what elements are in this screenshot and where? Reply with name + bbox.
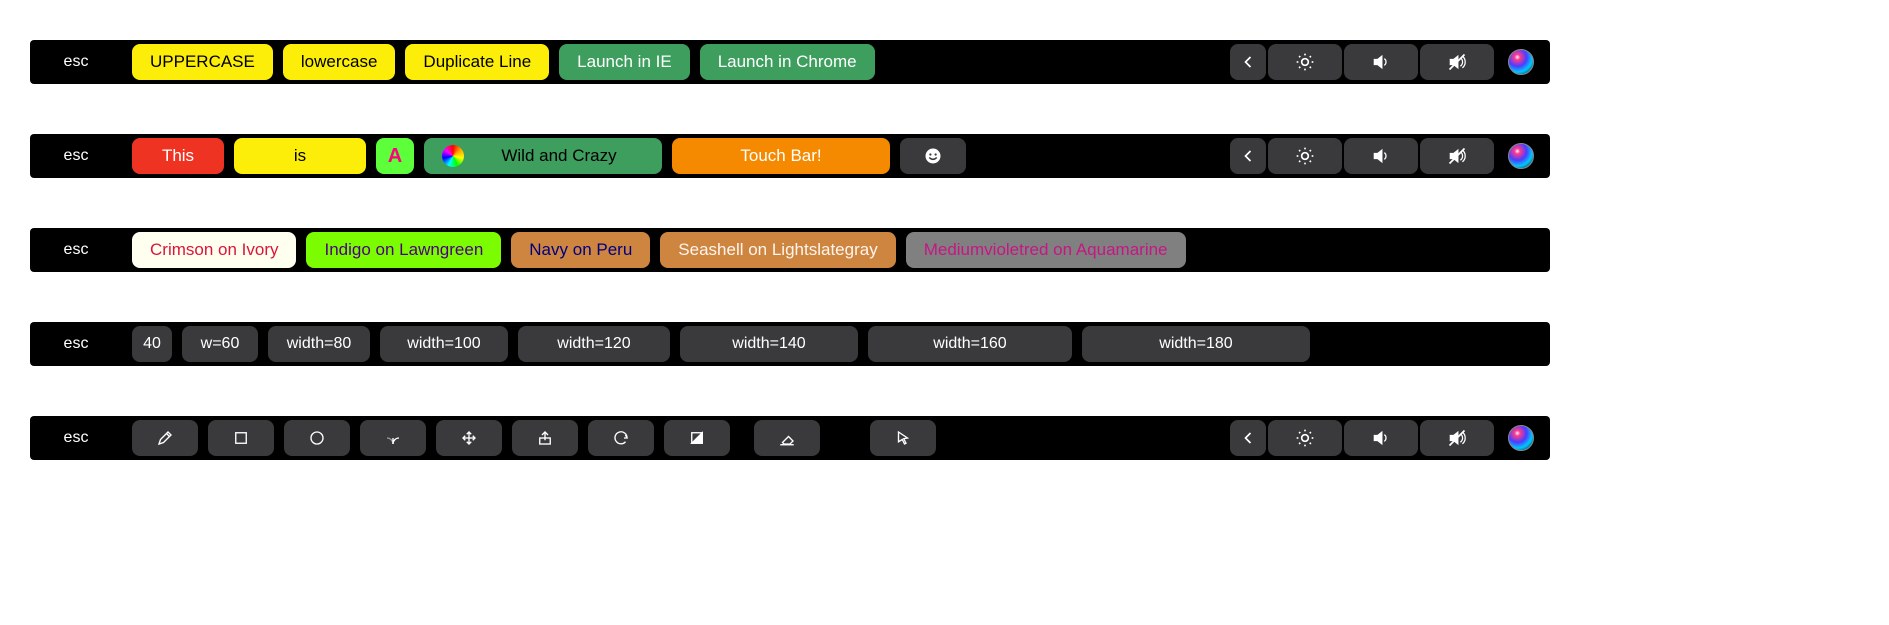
mute-icon[interactable]: [1420, 420, 1494, 456]
this-button[interactable]: This: [132, 138, 224, 174]
mediumvioletred-aquamarine-button[interactable]: Mediumvioletred on Aquamarine: [906, 232, 1186, 268]
move-icon[interactable]: [436, 420, 502, 456]
width-80-button[interactable]: width=80: [268, 326, 370, 362]
esc-key[interactable]: esc: [34, 138, 118, 174]
esc-key[interactable]: esc: [34, 326, 118, 362]
system-controls: [1230, 138, 1546, 174]
is-button[interactable]: is: [234, 138, 366, 174]
siri-icon[interactable]: [1496, 138, 1546, 174]
wild-crazy-button[interactable]: Wild and Crazy: [424, 138, 662, 174]
volume-icon[interactable]: [1344, 420, 1418, 456]
siri-icon[interactable]: [1496, 420, 1546, 456]
indigo-lawngreen-button[interactable]: Indigo on Lawngreen: [306, 232, 501, 268]
wild-crazy-label: Wild and Crazy: [474, 146, 644, 166]
uppercase-button[interactable]: UPPERCASE: [132, 44, 273, 80]
touchbar-1: esc UPPERCASE lowercase Duplicate Line L…: [30, 40, 1550, 84]
color-wheel-icon: [442, 145, 464, 167]
contrast-icon[interactable]: [664, 420, 730, 456]
brightness-icon[interactable]: [1268, 138, 1342, 174]
chevron-left-icon[interactable]: [1230, 138, 1266, 174]
square-icon[interactable]: [208, 420, 274, 456]
mute-icon[interactable]: [1420, 44, 1494, 80]
mute-icon[interactable]: [1420, 138, 1494, 174]
share-icon[interactable]: [512, 420, 578, 456]
chevron-left-icon[interactable]: [1230, 44, 1266, 80]
fan-icon[interactable]: [360, 420, 426, 456]
circle-icon[interactable]: [284, 420, 350, 456]
touchbar-4: esc 40 w=60 width=80 width=100 width=120…: [30, 322, 1550, 366]
width-160-button[interactable]: width=160: [868, 326, 1072, 362]
lowercase-button[interactable]: lowercase: [283, 44, 396, 80]
width-100-button[interactable]: width=100: [380, 326, 508, 362]
eraser-icon[interactable]: [754, 420, 820, 456]
touchbar-button[interactable]: Touch Bar!: [672, 138, 890, 174]
esc-key[interactable]: esc: [34, 420, 118, 456]
brightness-icon[interactable]: [1268, 420, 1342, 456]
launch-ie-button[interactable]: Launch in IE: [559, 44, 690, 80]
crimson-ivory-button[interactable]: Crimson on Ivory: [132, 232, 296, 268]
touchbar-3: esc Crimson on Ivory Indigo on Lawngreen…: [30, 228, 1550, 272]
cursor-icon[interactable]: [870, 420, 936, 456]
chevron-left-icon[interactable]: [1230, 420, 1266, 456]
width-40-button[interactable]: 40: [132, 326, 172, 362]
sync-icon[interactable]: [588, 420, 654, 456]
siri-icon[interactable]: [1496, 44, 1546, 80]
width-60-button[interactable]: w=60: [182, 326, 258, 362]
a-button[interactable]: A: [376, 138, 414, 174]
width-180-button[interactable]: width=180: [1082, 326, 1310, 362]
width-140-button[interactable]: width=140: [680, 326, 858, 362]
width-120-button[interactable]: width=120: [518, 326, 670, 362]
esc-key[interactable]: esc: [34, 232, 118, 268]
launch-chrome-button[interactable]: Launch in Chrome: [700, 44, 875, 80]
touchbar-2: esc This is A Wild and Crazy Touch Bar!: [30, 134, 1550, 178]
pencil-icon[interactable]: [132, 420, 198, 456]
seashell-lightslategray-button[interactable]: Seashell on Lightslategray: [660, 232, 895, 268]
system-controls: [1230, 44, 1546, 80]
volume-icon[interactable]: [1344, 138, 1418, 174]
touchbar-5: esc: [30, 416, 1550, 460]
system-controls: [1230, 420, 1546, 456]
volume-icon[interactable]: [1344, 44, 1418, 80]
brightness-icon[interactable]: [1268, 44, 1342, 80]
navy-peru-button[interactable]: Navy on Peru: [511, 232, 650, 268]
esc-key[interactable]: esc: [34, 44, 118, 80]
duplicate-line-button[interactable]: Duplicate Line: [405, 44, 549, 80]
emoji-button[interactable]: [900, 138, 966, 174]
